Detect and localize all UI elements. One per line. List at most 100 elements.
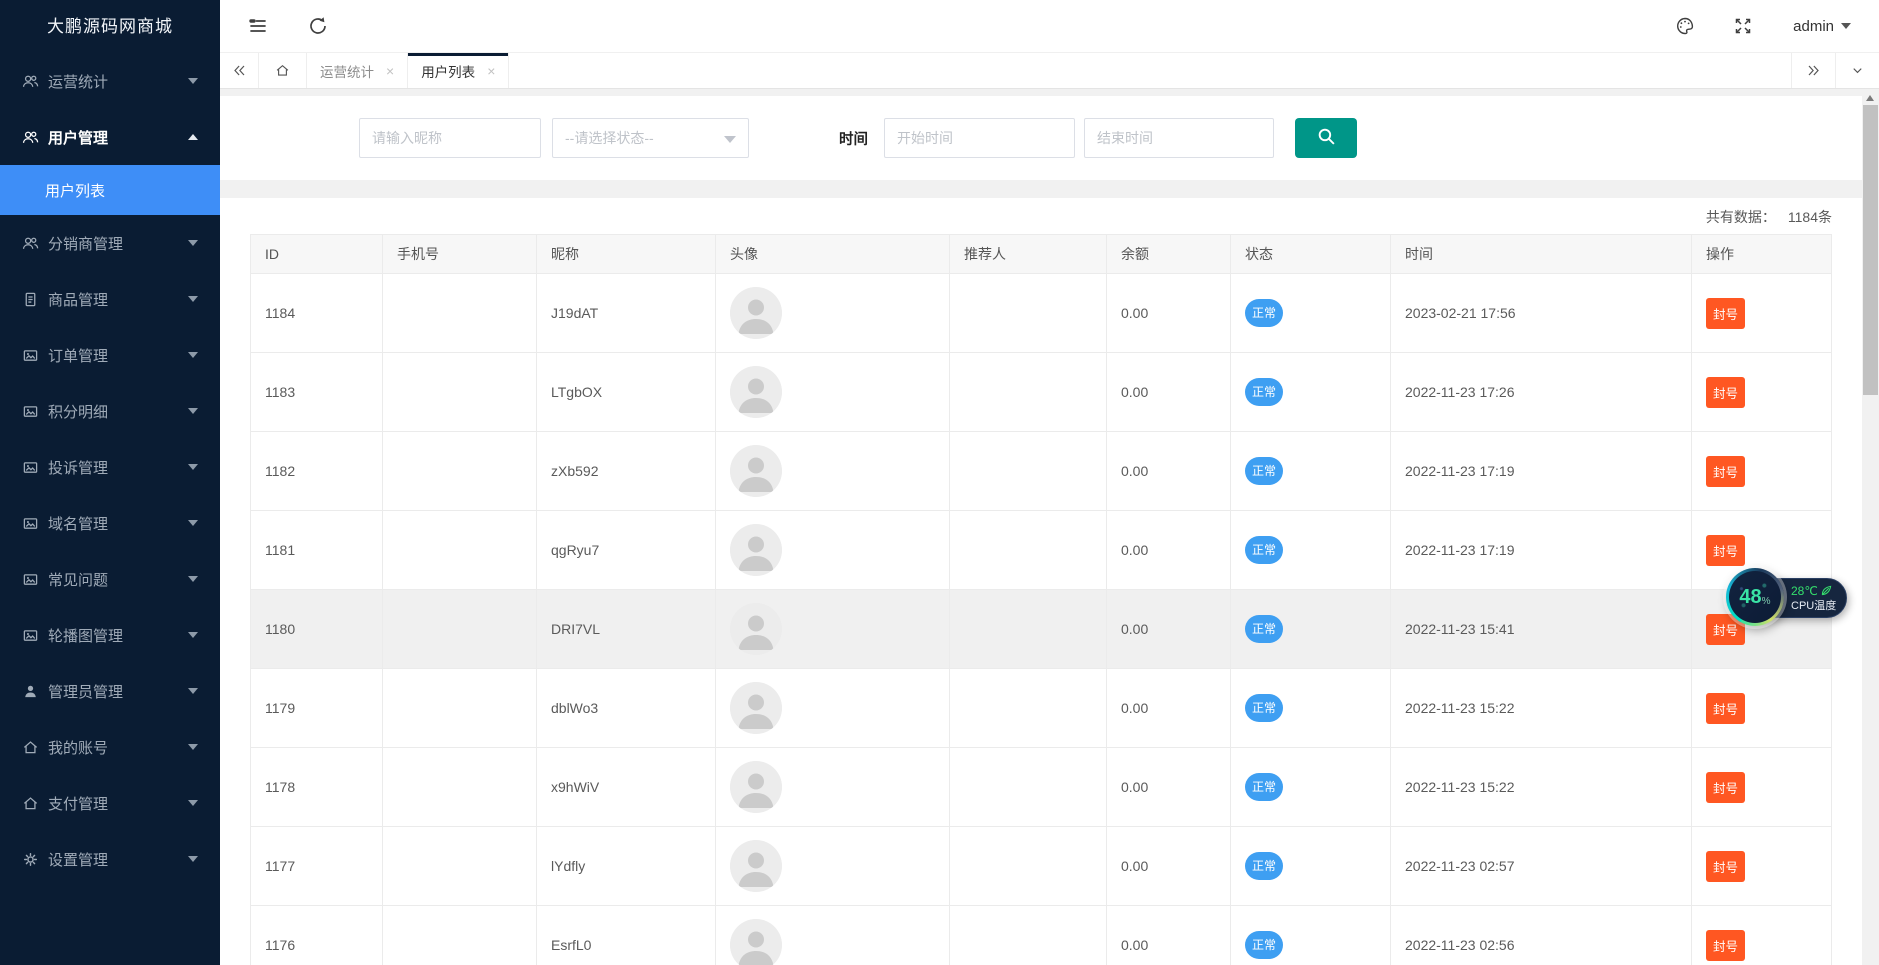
avatar (730, 524, 782, 576)
home-tab-icon[interactable] (259, 53, 307, 88)
cpu-monitor-widget[interactable]: 28℃ CPU温度 48 % (1726, 568, 1856, 628)
start-time-input[interactable] (884, 118, 1075, 158)
tabs-scroll-left-icon[interactable] (220, 53, 259, 88)
cell-status: 正常 (1231, 827, 1391, 905)
sidebar-item-支付管理[interactable]: 支付管理 (0, 775, 220, 831)
caret-icon (188, 296, 198, 302)
sidebar-item-设置管理[interactable]: 设置管理 (0, 831, 220, 887)
table-row: 1180 DRI7VL 0.00 正常 2022-11-23 15:41 封号 (251, 590, 1831, 669)
topbar: admin (220, 0, 1879, 53)
status-badge: 正常 (1245, 457, 1283, 485)
image-icon (22, 403, 39, 420)
avatar (730, 919, 782, 965)
scrollbar-up-arrow[interactable] (1866, 95, 1874, 101)
cell-nickname: J19dAT (537, 274, 716, 352)
avatar (730, 682, 782, 734)
cell-time: 2022-11-23 15:22 (1391, 669, 1692, 747)
scrollbar-thumb[interactable] (1863, 105, 1878, 395)
image-icon (22, 347, 39, 364)
caret-icon (188, 408, 198, 414)
cell-time: 2022-11-23 15:22 (1391, 748, 1692, 826)
tab-用户列表[interactable]: 用户列表 × (408, 53, 509, 88)
sidebar-item-我的账号[interactable]: 我的账号 (0, 719, 220, 775)
vertical-scrollbar[interactable] (1862, 89, 1879, 965)
close-icon[interactable]: × (386, 64, 394, 78)
summary-label: 共有数据： (1706, 209, 1776, 225)
caret-icon (188, 632, 198, 638)
ban-button[interactable]: 封号 (1706, 772, 1745, 803)
cell-balance: 0.00 (1107, 669, 1231, 747)
sidebar-item-管理员管理[interactable]: 管理员管理 (0, 663, 220, 719)
sidebar-item-域名管理[interactable]: 域名管理 (0, 495, 220, 551)
cell-time: 2022-11-23 02:56 (1391, 906, 1692, 965)
ban-button[interactable]: 封号 (1706, 851, 1745, 882)
cell-time: 2022-11-23 17:19 (1391, 432, 1692, 510)
avatar (730, 445, 782, 497)
search-button[interactable] (1295, 118, 1357, 158)
ban-button[interactable]: 封号 (1706, 456, 1745, 487)
status-badge: 正常 (1245, 773, 1283, 801)
status-select[interactable]: --请选择状态-- (552, 118, 749, 158)
refresh-icon[interactable] (308, 16, 328, 36)
sidebar-item-分销商管理[interactable]: 分销商管理 (0, 215, 220, 271)
tab-label: 用户列表 (421, 61, 475, 81)
collapse-sidebar-icon[interactable] (248, 16, 268, 36)
sidebar-item-积分明细[interactable]: 积分明细 (0, 383, 220, 439)
sidebar-item-订单管理[interactable]: 订单管理 (0, 327, 220, 383)
sidebar-menu: 运营统计 用户管理 用户列表 分销商管理 商品管理 订单管理 积分明细 投诉管理… (0, 53, 220, 887)
table-card: 共有数据：1184条 ID手机号昵称头像推荐人余额状态时间操作 1184 J19… (220, 198, 1862, 965)
sidebar-item-投诉管理[interactable]: 投诉管理 (0, 439, 220, 495)
nickname-input[interactable] (359, 118, 541, 158)
caret-down-icon (724, 136, 736, 143)
sidebar-item-轮播图管理[interactable]: 轮播图管理 (0, 607, 220, 663)
cell-referrer (950, 906, 1107, 965)
tabs-scroll-right-icon[interactable] (1791, 53, 1835, 88)
sidebar-subitem-用户列表[interactable]: 用户列表 (0, 165, 220, 215)
cell-action: 封号 (1692, 748, 1831, 826)
cell-status: 正常 (1231, 669, 1391, 747)
tabs-menu-icon[interactable] (1835, 53, 1879, 88)
caret-icon (188, 78, 198, 84)
sidebar-item-用户管理[interactable]: 用户管理 (0, 109, 220, 165)
table-body: 1184 J19dAT 0.00 正常 2023-02-21 17:56 封号 … (251, 274, 1831, 965)
time-label: 时间 (839, 128, 868, 149)
image-icon (22, 571, 39, 588)
avatar (730, 840, 782, 892)
sidebar-item-运营统计[interactable]: 运营统计 (0, 53, 220, 109)
tab-运营统计[interactable]: 运营统计 × (307, 53, 408, 88)
status-badge: 正常 (1245, 931, 1283, 959)
cell-avatar (716, 748, 950, 826)
cell-avatar (716, 353, 950, 431)
cell-nickname: qgRyu7 (537, 511, 716, 589)
status-select-placeholder: --请选择状态-- (565, 128, 654, 148)
ban-button[interactable]: 封号 (1706, 377, 1745, 408)
ban-button[interactable]: 封号 (1706, 535, 1745, 566)
user-menu[interactable]: admin (1793, 18, 1851, 35)
sidebar-item-label: 常见问题 (48, 569, 188, 590)
column-header-操作: 操作 (1692, 235, 1831, 273)
theme-palette-icon[interactable] (1675, 16, 1695, 36)
sidebar-item-常见问题[interactable]: 常见问题 (0, 551, 220, 607)
cell-id: 1184 (251, 274, 383, 352)
ban-button[interactable]: 封号 (1706, 693, 1745, 724)
ban-button[interactable]: 封号 (1706, 298, 1745, 329)
fullscreen-icon[interactable] (1733, 16, 1753, 36)
cell-status: 正常 (1231, 590, 1391, 668)
ban-button[interactable]: 封号 (1706, 930, 1745, 961)
close-icon[interactable]: × (487, 64, 495, 78)
cell-balance: 0.00 (1107, 274, 1231, 352)
column-header-余额: 余额 (1107, 235, 1231, 273)
sidebar-item-label: 管理员管理 (48, 681, 188, 702)
sidebar-item-商品管理[interactable]: 商品管理 (0, 271, 220, 327)
cell-avatar (716, 590, 950, 668)
status-badge: 正常 (1245, 615, 1283, 643)
cell-phone (383, 748, 537, 826)
status-badge: 正常 (1245, 378, 1283, 406)
cell-id: 1183 (251, 353, 383, 431)
tabbar-right (1791, 53, 1879, 88)
cpu-temperature: 28℃ (1791, 585, 1818, 597)
cell-action: 封号 (1692, 432, 1831, 510)
cell-id: 1182 (251, 432, 383, 510)
cell-action: 封号 (1692, 669, 1831, 747)
end-time-input[interactable] (1084, 118, 1274, 158)
